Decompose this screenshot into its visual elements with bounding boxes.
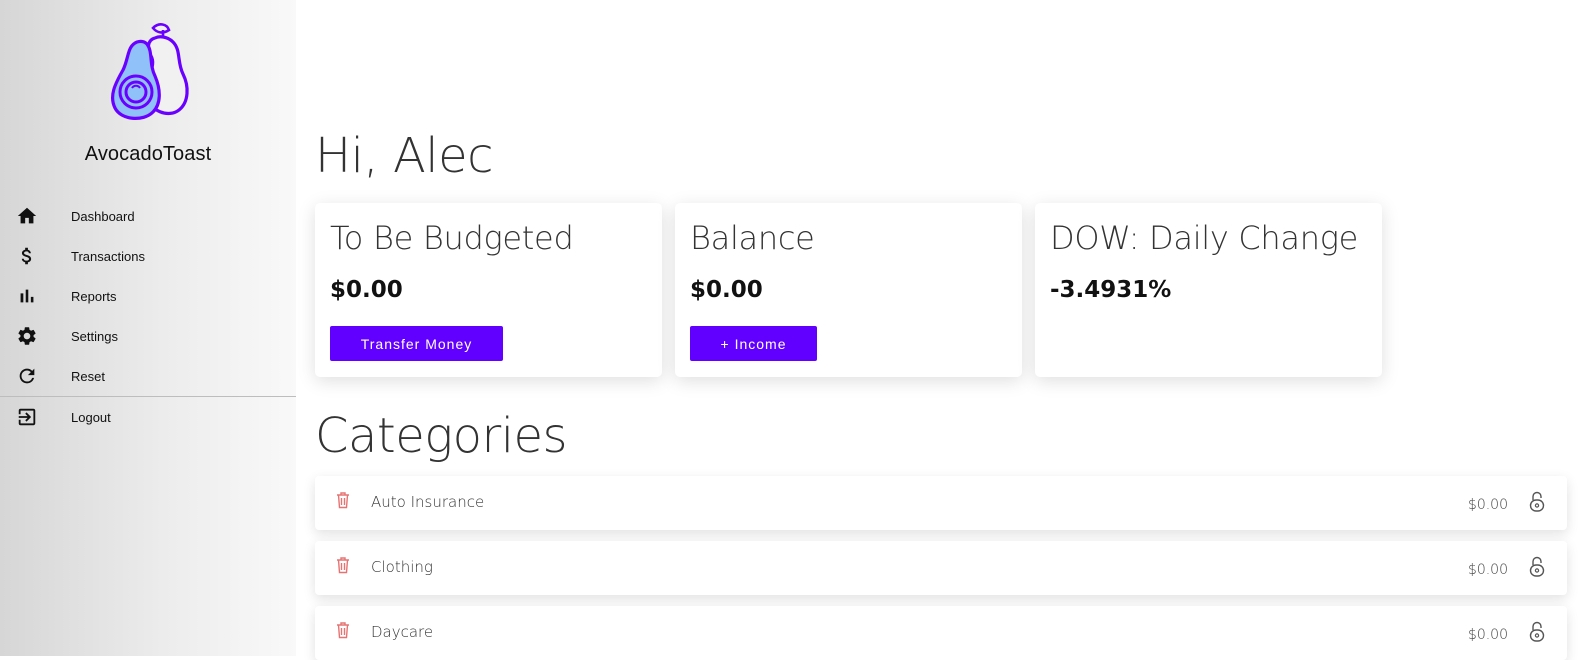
sidebar-item-logout[interactable]: Logout <box>0 398 296 436</box>
transfer-money-button[interactable]: Transfer Money <box>330 326 503 361</box>
to-be-budgeted-card: To Be Budgeted $0.00 Transfer Money <box>315 203 662 377</box>
logout-icon <box>18 408 36 426</box>
gear-icon <box>18 327 36 345</box>
refresh-icon <box>19 368 35 384</box>
category-name: Auto Insurance <box>371 493 485 511</box>
page-greeting: Hi, Alec <box>315 128 494 184</box>
sidebar-item-label: Reset <box>71 368 105 384</box>
unlock-icon[interactable] <box>1528 556 1546 578</box>
categories-title: Categories <box>315 408 568 464</box>
category-amount: $0.00 <box>1467 562 1508 578</box>
sidebar-item-label: Reports <box>71 288 117 304</box>
sidebar-item-reports[interactable]: Reports <box>0 277 296 315</box>
category-amount: $0.00 <box>1467 627 1508 643</box>
dollar-icon <box>21 247 32 265</box>
sidebar: AvocadoToast Dashboard Transactions Repo… <box>0 0 296 656</box>
card-value: $0.00 <box>690 277 763 303</box>
sidebar-divider <box>0 396 296 397</box>
trash-icon[interactable] <box>335 491 351 509</box>
unlock-icon[interactable] <box>1528 621 1546 643</box>
sidebar-item-label: Dashboard <box>71 208 135 224</box>
bar-chart-icon <box>20 289 34 303</box>
sidebar-item-settings[interactable]: Settings <box>0 317 296 355</box>
app-name: AvocadoToast <box>84 143 212 165</box>
add-income-button[interactable]: + Income <box>690 326 817 361</box>
sidebar-item-label: Settings <box>71 328 118 344</box>
home-icon <box>17 207 37 224</box>
card-title: Balance <box>690 219 815 257</box>
balance-card: Balance $0.00 + Income <box>675 203 1022 377</box>
category-name: Daycare <box>371 623 434 641</box>
trash-icon[interactable] <box>335 556 351 574</box>
trash-icon[interactable] <box>335 621 351 639</box>
card-value: $0.00 <box>330 277 403 303</box>
sidebar-item-dashboard[interactable]: Dashboard <box>0 197 296 235</box>
category-name: Clothing <box>371 558 433 576</box>
sidebar-item-transactions[interactable]: Transactions <box>0 237 296 275</box>
category-row[interactable]: Auto Insurance $0.00 <box>315 476 1567 530</box>
card-title: DOW: Daily Change <box>1050 219 1358 257</box>
unlock-icon[interactable] <box>1528 491 1546 513</box>
dow-daily-change-card: DOW: Daily Change -3.4931% <box>1035 203 1382 377</box>
sidebar-item-label: Transactions <box>71 248 145 264</box>
category-row[interactable]: Clothing $0.00 <box>315 541 1567 595</box>
category-row[interactable]: Daycare $0.00 <box>315 606 1567 660</box>
card-title: To Be Budgeted <box>330 219 574 257</box>
card-value: -3.4931% <box>1050 277 1172 303</box>
category-amount: $0.00 <box>1467 497 1508 513</box>
sidebar-item-label: Logout <box>71 409 111 425</box>
sidebar-item-reset[interactable]: Reset <box>0 357 296 395</box>
avocado-icon <box>110 23 189 120</box>
